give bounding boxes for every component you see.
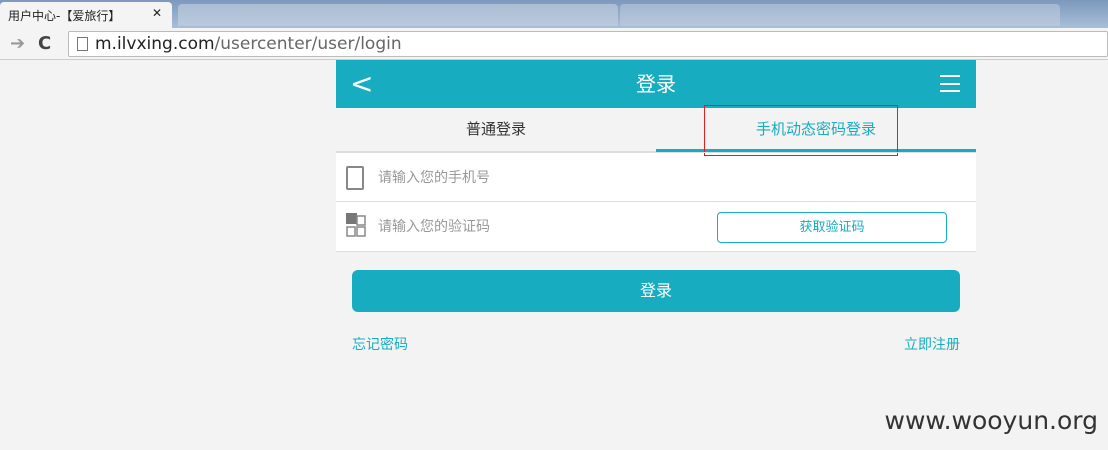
get-code-button[interactable]: 获取验证码	[717, 212, 947, 243]
page-title: 登录	[636, 72, 676, 96]
login-button[interactable]: 登录	[352, 270, 960, 312]
browser-tab-active[interactable]: 用户中心-【爱旅行】 ✕	[0, 2, 172, 28]
close-tab-icon[interactable]: ✕	[152, 6, 162, 20]
register-link[interactable]: 立即注册	[904, 334, 960, 354]
phone-field[interactable]: 请输入您的手机号	[336, 152, 976, 202]
menu-icon[interactable]	[940, 75, 960, 92]
browser-toolbar: ➔ C m.ilvxing.com/usercenter/user/login	[0, 28, 1108, 60]
verification-code-icon	[346, 213, 366, 237]
browser-tab[interactable]	[620, 4, 1060, 26]
reload-icon[interactable]: C	[38, 33, 51, 54]
browser-tabstrip: 用户中心-【爱旅行】 ✕	[0, 0, 1108, 28]
code-placeholder: 请输入您的验证码	[378, 219, 490, 235]
url-host: m.ilvxing.com	[95, 34, 215, 54]
forward-icon[interactable]: ➔	[10, 33, 25, 54]
header: < 登录	[336, 60, 976, 108]
page-icon	[77, 37, 88, 51]
url-path: /usercenter/user/login	[214, 34, 402, 54]
tab-title: 用户中心-【爱旅行】	[8, 9, 121, 23]
tab-normal-login[interactable]: 普通登录	[336, 108, 656, 152]
back-icon[interactable]: <	[350, 60, 373, 108]
code-field[interactable]: 请输入您的验证码 获取验证码	[336, 202, 976, 252]
phone-icon	[346, 166, 364, 190]
browser-tab[interactable]	[178, 4, 618, 26]
address-bar[interactable]: m.ilvxing.com/usercenter/user/login	[68, 31, 1108, 57]
forgot-password-link[interactable]: 忘记密码	[352, 334, 408, 354]
phone-placeholder: 请输入您的手机号	[378, 170, 490, 186]
highlight-box	[704, 105, 898, 156]
watermark: www.wooyun.org	[884, 406, 1098, 435]
login-page: < 登录 普通登录 手机动态密码登录 请输入您的手机号 请输入您的验证码 获取验…	[336, 60, 976, 360]
login-form: 请输入您的手机号 请输入您的验证码 获取验证码	[336, 152, 976, 252]
